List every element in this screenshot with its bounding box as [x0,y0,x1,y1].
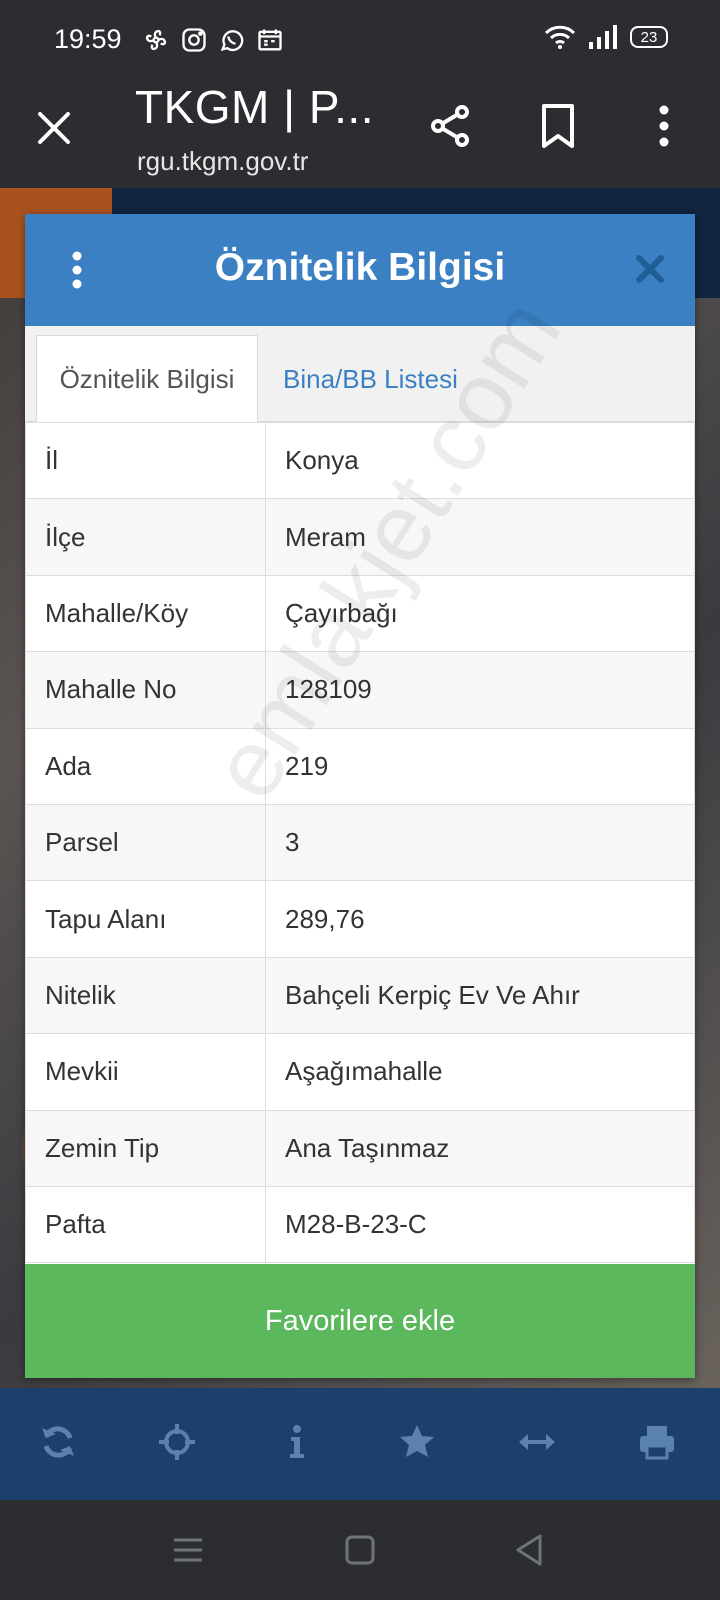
modal-title: Öznitelik Bilgisi [214,246,506,289]
notification-icons [142,26,284,54]
close-icon[interactable] [34,108,74,148]
row-key: Mevkii [25,1033,266,1111]
print-icon[interactable] [637,1422,677,1462]
fan-icon [145,29,167,51]
home-icon[interactable] [342,1532,378,1568]
status-bar: 19:59 23 [0,0,720,80]
row-value: Çayırbağı [265,574,695,653]
status-time: 19:59 [54,24,122,54]
row-value: 3 [265,803,695,882]
table-row: Nitelik Bahçeli Kerpiç Ev Ve Ahır [25,956,695,1035]
row-value: 289,76 [265,880,695,958]
table-row: Zemin Tip Ana Taşınmaz [25,1109,695,1187]
tab-building-list[interactable]: Bina/BB Listesi [283,335,458,423]
table-row: Mahalle/Köy Çayırbağı [25,574,695,653]
calendar-icon [258,29,282,51]
signal-icon [589,25,617,49]
page-title: TKGM | P... [135,81,374,133]
tab-bar: Öznitelik Bilgisi Bina/BB Listesi [25,326,695,423]
battery-icon: 23 [630,26,668,48]
row-value: Ana Taşınmaz [265,1109,695,1187]
page-url[interactable]: rgu.tkgm.gov.tr [137,146,308,177]
map-toolbar [0,1388,720,1500]
attribute-table: İl Konya İlçe Meram Mahalle/Köy Çayırbağı M… [25,421,695,1264]
row-key: Ada [25,727,266,805]
row-key: İl [25,421,266,500]
row-value: Meram [265,498,695,576]
table-row: İl Konya [25,421,695,500]
row-key: Mahalle/Köy [25,574,266,653]
row-key: Nitelik [25,956,266,1035]
row-value: 128109 [265,651,695,729]
whatsapp-icon [220,30,244,52]
modal-header: Öznitelik Bilgisi [25,214,695,326]
crosshair-icon[interactable] [157,1422,197,1462]
instagram-icon [182,28,206,52]
table-row: Mevkii Aşağımahalle [25,1033,695,1111]
row-key: Parsel [25,803,266,882]
refresh-icon[interactable] [38,1422,78,1462]
table-row: Pafta M28-B-23-C [25,1185,695,1264]
row-key: Pafta [25,1185,266,1264]
share-icon[interactable] [426,102,474,150]
browser-toolbar: TKGM | P... rgu.tkgm.gov.tr [0,80,720,188]
system-icons: 23 [544,24,668,50]
row-key: Tapu Alanı [25,880,266,958]
measure-icon[interactable] [517,1422,557,1462]
row-value: Bahçeli Kerpiç Ev Ve Ahır [265,956,695,1035]
table-row: Tapu Alanı 289,76 [25,880,695,958]
info-icon[interactable] [277,1422,317,1462]
row-value: M28-B-23-C [265,1185,695,1264]
table-row: İlçe Meram [25,498,695,576]
menu-icon[interactable] [170,1532,206,1568]
table-row: Mahalle No 128109 [25,651,695,729]
star-icon[interactable] [397,1422,437,1462]
tab-attribute-info[interactable]: Öznitelik Bilgisi [36,335,258,423]
bookmark-icon[interactable] [538,102,578,150]
table-row: Ada 219 [25,727,695,805]
add-favorite-button[interactable]: Favorilere ekle [25,1264,695,1378]
row-key: Zemin Tip [25,1109,266,1187]
back-icon[interactable] [512,1532,548,1568]
system-nav-bar [0,1500,720,1600]
row-value: Aşağımahalle [265,1033,695,1111]
attribute-modal: Öznitelik Bilgisi Öznitelik Bilgisi Bina… [25,214,695,1378]
row-key: Mahalle No [25,651,266,729]
more-vertical-icon[interactable] [650,102,678,150]
table-row: Parsel 3 [25,803,695,882]
close-icon[interactable] [635,254,665,284]
wifi-icon [544,25,576,49]
row-value: 219 [265,727,695,805]
row-key: İlçe [25,498,266,576]
row-value: Konya [265,421,695,500]
